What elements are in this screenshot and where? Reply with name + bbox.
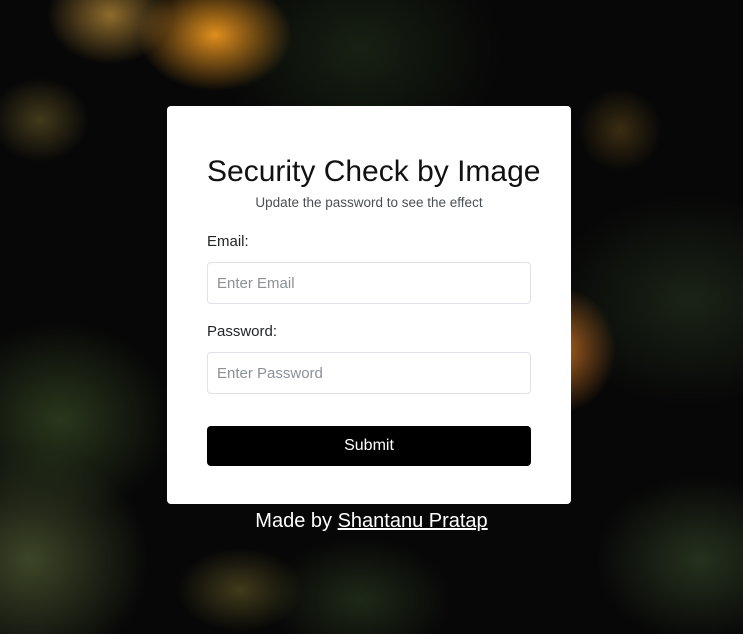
author-link[interactable]: Shantanu Pratap: [338, 510, 488, 532]
footer-credit: Made by Shantanu Pratap: [0, 508, 743, 534]
page-title: Security Check by Image: [207, 155, 541, 188]
email-field[interactable]: [207, 262, 531, 304]
page-subtitle: Update the password to see the effect: [255, 195, 483, 210]
password-label: Password:: [207, 323, 278, 340]
footer-prefix: Made by: [255, 510, 338, 532]
login-card: Security Check by Image Update the passw…: [167, 106, 571, 504]
submit-button[interactable]: Submit: [207, 426, 531, 466]
password-field[interactable]: [207, 352, 531, 394]
email-label: Email:: [207, 233, 249, 250]
